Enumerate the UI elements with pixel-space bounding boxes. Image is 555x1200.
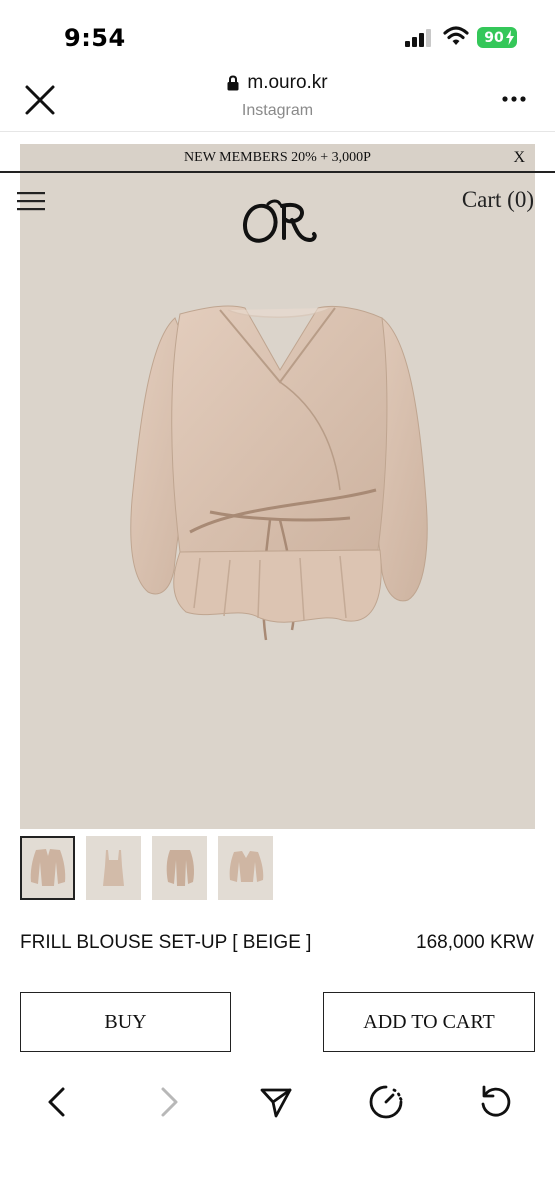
url-area[interactable]: m.ouro.kr Instagram <box>0 72 555 120</box>
thumbnail-1[interactable] <box>20 836 75 900</box>
promo-text: NEW MEMBERS 20% + 3,000P <box>184 150 371 165</box>
speed-icon[interactable] <box>368 1084 404 1120</box>
cart-link[interactable]: Cart (0) <box>462 187 534 213</box>
wifi-icon <box>443 26 469 45</box>
reload-icon[interactable] <box>478 1084 514 1120</box>
buy-button[interactable]: BUY <box>20 992 231 1052</box>
share-icon[interactable] <box>258 1084 294 1120</box>
promo-bar: NEW MEMBERS 20% + 3,000P X <box>20 144 535 172</box>
back-icon[interactable] <box>40 1084 76 1120</box>
product-image[interactable] <box>120 300 440 660</box>
thumbnail-2[interactable] <box>86 836 141 900</box>
url-text: m.ouro.kr <box>247 72 328 93</box>
thumbnail-image <box>30 849 66 886</box>
url-line: m.ouro.kr <box>227 72 328 94</box>
more-icon[interactable] <box>502 96 526 102</box>
bolt-icon <box>506 30 514 45</box>
url-subtitle: Instagram <box>241 102 314 119</box>
site-logo[interactable] <box>238 192 318 250</box>
battery-icon: 90 <box>477 27 517 48</box>
product-price: 168,000 KRW <box>416 932 534 953</box>
thumbnail-3[interactable] <box>152 836 207 900</box>
thumbnail-image <box>166 850 194 886</box>
promo-close-button[interactable]: X <box>513 144 525 172</box>
thumbnail-4[interactable] <box>218 836 273 900</box>
status-time: 9:54 <box>64 24 126 52</box>
signal-icon <box>405 29 431 47</box>
product-name: FRILL BLOUSE SET-UP [ BEIGE ] <box>20 932 312 953</box>
battery-level: 90 <box>484 29 504 46</box>
thumbnail-image <box>229 851 264 882</box>
status-bar: 9:54 90 <box>0 0 555 70</box>
lock-icon <box>227 75 239 91</box>
browser-header: m.ouro.kr Instagram <box>0 70 555 132</box>
forward-icon[interactable] <box>150 1084 186 1120</box>
thumbnail-image <box>103 850 124 886</box>
browser-toolbar <box>0 1070 555 1140</box>
header-divider <box>0 131 555 132</box>
add-to-cart-button[interactable]: ADD TO CART <box>323 992 535 1052</box>
menu-icon[interactable] <box>17 191 45 211</box>
site-header-divider <box>0 171 555 173</box>
